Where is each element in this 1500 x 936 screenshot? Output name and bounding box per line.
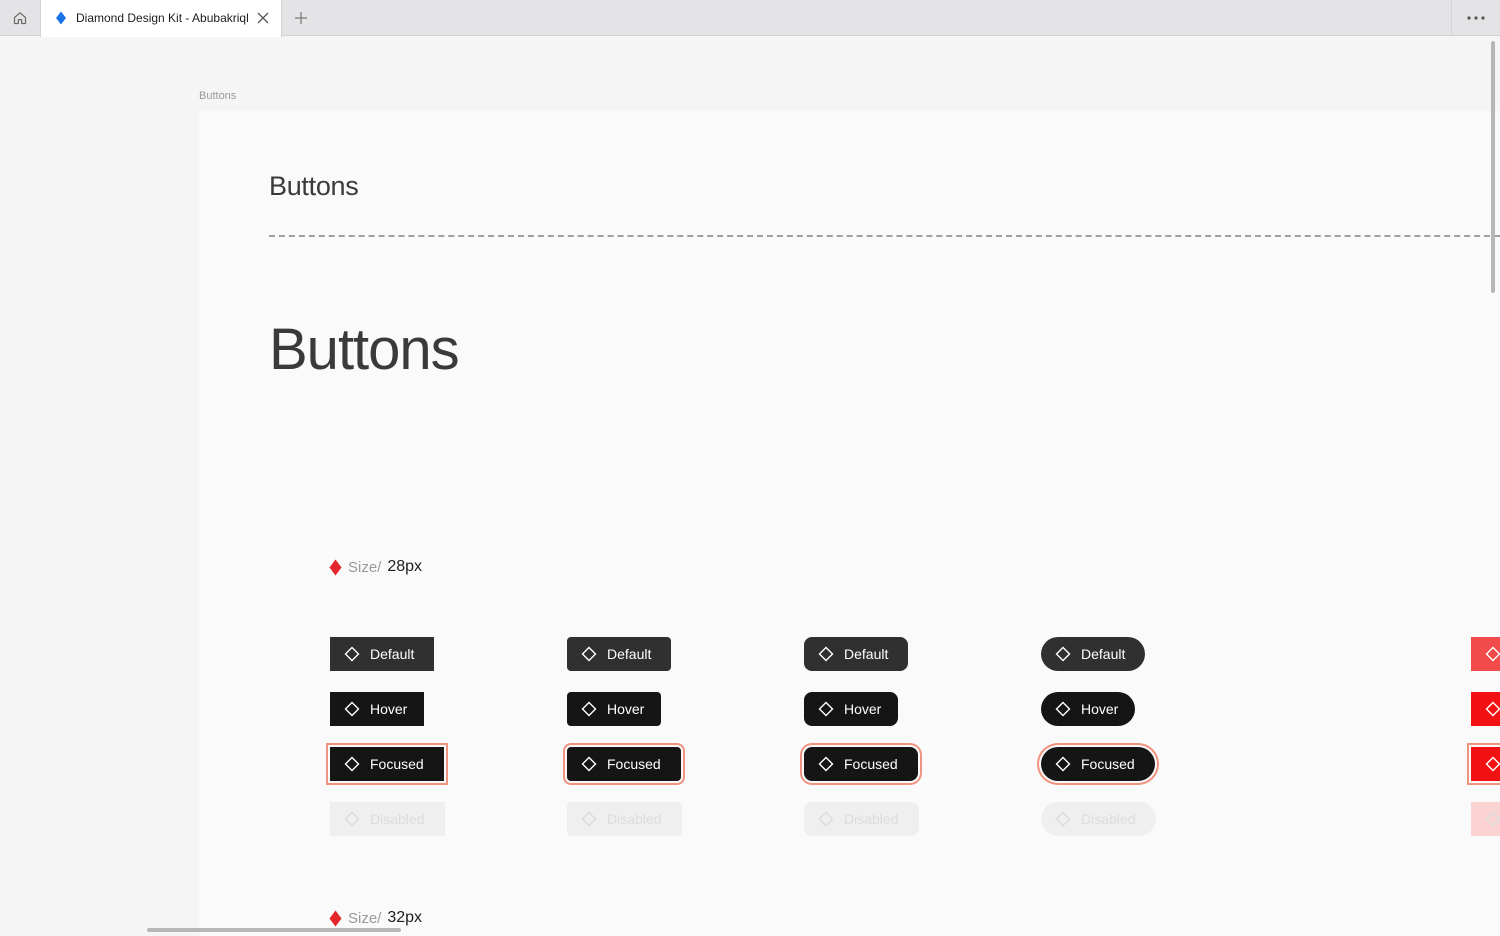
size-prefix: Size/ (348, 909, 382, 927)
button-label: Hover (1081, 701, 1119, 717)
button-label: Disabled (607, 811, 662, 827)
size-value: 32px (387, 909, 423, 926)
button-label: Default (1081, 646, 1126, 662)
diamond-outline-icon (1055, 701, 1071, 717)
tab-diamond-design-kit[interactable]: Diamond Design Kit - Abubakriqbal (40, 0, 282, 37)
horizontal-scrollbar[interactable] (147, 928, 401, 932)
button-disabled-rounded-sm: Disabled (567, 802, 682, 836)
size-label-32: Size/ 32px (329, 909, 422, 927)
button-danger-disabled (1471, 802, 1500, 836)
button-label: Focused (607, 756, 661, 772)
button-label: Hover (844, 701, 882, 717)
diamond-outline-icon (1055, 756, 1071, 772)
button-default-rounded-md[interactable]: Default (804, 637, 908, 671)
button-disabled-pill: Disabled (1041, 802, 1156, 836)
button-disabled-square: Disabled (330, 802, 445, 836)
home-button[interactable] (0, 0, 40, 36)
section-title-small: Buttons (269, 171, 359, 201)
button-hover-rounded-sm[interactable]: Hover (567, 692, 661, 726)
button-label: Disabled (1081, 811, 1136, 827)
button-label: Focused (1081, 756, 1135, 772)
diamond-filled-icon (329, 910, 342, 926)
button-label: Disabled (370, 811, 425, 827)
diamond-outline-icon (581, 756, 597, 772)
diamond-outline-icon (344, 646, 360, 662)
design-canvas[interactable]: Buttons Buttons Buttons Size/ 28px Defau… (0, 37, 1500, 936)
diamond-outline-icon (1485, 646, 1500, 662)
diamond-outline-icon (818, 811, 834, 827)
diamond-file-icon (56, 11, 66, 25)
button-label: Disabled (844, 811, 899, 827)
diamond-outline-icon (1485, 811, 1500, 827)
diamond-outline-icon (344, 811, 360, 827)
size-value: 28px (387, 558, 423, 575)
vertical-scrollbar[interactable] (1491, 41, 1495, 293)
section-title-large: Buttons (269, 317, 460, 382)
diamond-outline-icon (1485, 756, 1500, 772)
button-hover-rounded-md[interactable]: Hover (804, 692, 898, 726)
button-label: Default (370, 646, 415, 662)
tab-bar: Diamond Design Kit - Abubakriqbal (0, 0, 1500, 37)
diamond-outline-icon (1485, 701, 1500, 717)
diamond-filled-icon (329, 559, 342, 575)
diamond-outline-icon (818, 646, 834, 662)
button-hover-pill[interactable]: Hover (1041, 692, 1135, 726)
button-label: Default (607, 646, 652, 662)
home-icon (13, 12, 27, 25)
button-default-pill[interactable]: Default (1041, 637, 1145, 671)
button-label: Hover (607, 701, 645, 717)
diamond-outline-icon (581, 811, 597, 827)
diamond-outline-icon (1055, 646, 1071, 662)
button-danger-default[interactable] (1471, 637, 1500, 671)
button-label: Focused (370, 756, 424, 772)
button-danger-focused[interactable] (1471, 747, 1500, 781)
button-focused-rounded-sm[interactable]: Focused (567, 747, 681, 781)
diamond-outline-icon (581, 646, 597, 662)
diamond-outline-icon (1055, 811, 1071, 827)
tab-title: Diamond Design Kit - Abubakriqbal (76, 11, 248, 25)
diamond-outline-icon (581, 701, 597, 717)
button-default-square[interactable]: Default (330, 637, 434, 671)
diamond-outline-icon (818, 701, 834, 717)
button-danger-hover[interactable] (1471, 692, 1500, 726)
button-focused-rounded-md[interactable]: Focused (804, 747, 918, 781)
button-focused-square[interactable]: Focused (330, 747, 444, 781)
button-focused-pill[interactable]: Focused (1041, 747, 1155, 781)
button-default-rounded-sm[interactable]: Default (567, 637, 671, 671)
button-label: Hover (370, 701, 408, 717)
button-hover-square[interactable]: Hover (330, 692, 424, 726)
close-icon[interactable] (255, 10, 271, 26)
buttons-frame[interactable]: Buttons Buttons Size/ 28px Default Hover… (199, 111, 1500, 936)
more-dots-icon (1467, 16, 1485, 20)
new-tab-plus-icon[interactable] (292, 9, 310, 27)
size-label-28: Size/ 28px (329, 558, 422, 576)
diamond-outline-icon (344, 756, 360, 772)
button-label: Focused (844, 756, 898, 772)
more-menu-button[interactable] (1451, 0, 1500, 36)
dashed-divider (269, 235, 1500, 237)
size-prefix: Size/ (348, 558, 382, 576)
frame-label[interactable]: Buttons (199, 90, 236, 102)
diamond-outline-icon (818, 756, 834, 772)
button-label: Default (844, 646, 889, 662)
diamond-outline-icon (344, 701, 360, 717)
button-disabled-rounded-md: Disabled (804, 802, 919, 836)
